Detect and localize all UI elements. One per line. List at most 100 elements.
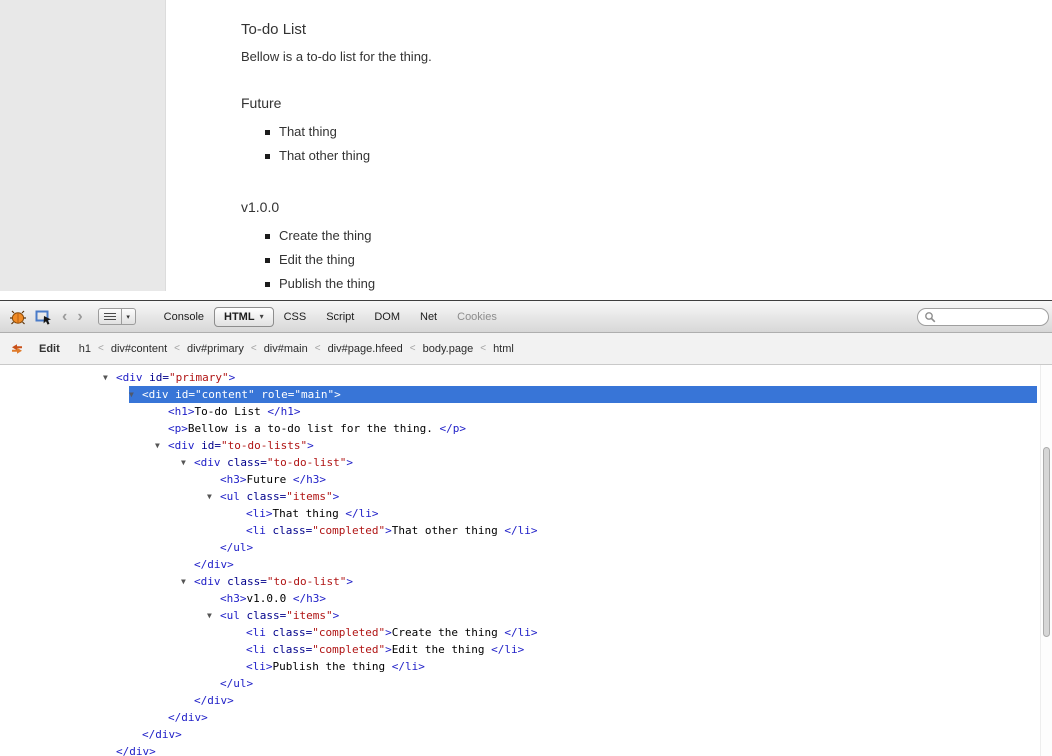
tree-row-content: ▼<ul class="items"> — [207, 607, 1037, 624]
tab-css[interactable]: CSS — [274, 307, 317, 327]
token-tag: </ul> — [220, 675, 253, 692]
token-tag: <div — [116, 369, 149, 386]
inspect-icon[interactable] — [35, 309, 53, 325]
tab-script[interactable]: Script — [316, 307, 364, 327]
dom-tree-row[interactable]: </div> — [0, 709, 1052, 726]
tab-console[interactable]: Console — [154, 307, 214, 327]
search-input[interactable] — [936, 309, 1040, 325]
dom-tree-row[interactable]: </div> — [0, 743, 1052, 756]
breadcrumb-item[interactable]: html — [493, 343, 514, 355]
twisty-expanded-icon[interactable]: ▼ — [103, 369, 116, 386]
firebug-panel: ‹ › ▾ Console HTML ▾ CSS Script DOM Net … — [0, 300, 1052, 756]
dom-tree-row[interactable]: <p>Bellow is a to-do list for the thing.… — [0, 420, 1052, 437]
breadcrumb-item[interactable]: div#main — [264, 343, 308, 355]
forward-icon[interactable]: › — [77, 309, 82, 325]
token-tag: > — [334, 386, 341, 403]
breadcrumb-item[interactable]: div#content — [111, 343, 167, 355]
twisty-expanded-icon[interactable]: ▼ — [207, 607, 220, 624]
breadcrumb-item[interactable]: body.page — [423, 343, 474, 355]
dom-tree-row[interactable]: ▼<div class="to-do-list"> — [0, 573, 1052, 590]
breadcrumb-item[interactable]: div#page.hfeed — [328, 343, 403, 355]
tree-row-content: <p>Bellow is a to-do list for the thing.… — [155, 420, 1037, 437]
dom-tree-row[interactable]: </div> — [0, 692, 1052, 709]
tab-dom[interactable]: DOM — [364, 307, 410, 327]
token-tag: <li> — [246, 505, 273, 522]
token-tag: <li — [246, 522, 273, 539]
dom-tree-row[interactable]: <h3>v1.0.0 </h3> — [0, 590, 1052, 607]
twisty-expanded-icon[interactable]: ▼ — [207, 488, 220, 505]
edit-button[interactable]: Edit — [39, 343, 60, 355]
panel-list-dropdown-icon[interactable]: ▾ — [122, 308, 136, 325]
todo-list-future: Future That thing That other thing — [241, 95, 881, 168]
todo-item-label: Edit the thing — [279, 248, 355, 272]
page-intro: Bellow is a to-do list for the thing. — [241, 49, 881, 64]
dom-tree-row[interactable]: <h3>Future </h3> — [0, 471, 1052, 488]
token-text: Create the thing — [392, 624, 505, 641]
token-tag: > — [229, 369, 236, 386]
token-tag: <h1> — [168, 403, 195, 420]
dom-tree-row[interactable]: </ul> — [0, 539, 1052, 556]
tree-indent — [0, 726, 129, 743]
token-val: "items" — [286, 607, 332, 624]
dom-tree-row[interactable]: ▼<div id="primary"> — [0, 369, 1052, 386]
back-icon[interactable]: ‹ — [62, 309, 67, 325]
todo-list-heading: v1.0.0 — [241, 199, 881, 215]
dom-tree-row[interactable]: <li>Publish the thing </li> — [0, 658, 1052, 675]
tab-net[interactable]: Net — [410, 307, 447, 327]
tree-indent — [0, 505, 233, 522]
token-text: That other thing — [392, 522, 505, 539]
scrollbar-thumb[interactable] — [1043, 447, 1050, 637]
dom-tree-row[interactable]: <li class="completed">Edit the thing </l… — [0, 641, 1052, 658]
tab-cookies[interactable]: Cookies — [447, 307, 507, 327]
twisty-expanded-icon[interactable]: ▼ — [155, 437, 168, 454]
token-tag: <li> — [246, 658, 273, 675]
firebug-icon[interactable] — [9, 309, 27, 325]
tree-row-content: ▼<div id="content" role="main"> — [129, 386, 1037, 403]
token-text: Publish the thing — [273, 658, 392, 675]
dom-tree-row[interactable]: </ul> — [0, 675, 1052, 692]
token-tag: <ul — [220, 607, 247, 624]
dom-tree-row[interactable]: ▼<div class="to-do-list"> — [0, 454, 1052, 471]
token-val: "primary" — [169, 369, 229, 386]
tree-indent — [0, 641, 233, 658]
token-tag: </li> — [392, 658, 425, 675]
token-tag: > — [307, 437, 314, 454]
dom-tree-row[interactable]: <li class="completed">Create the thing <… — [0, 624, 1052, 641]
tree-indent — [0, 573, 181, 590]
scrollbar[interactable] — [1040, 365, 1052, 756]
dom-tree-row[interactable]: </div> — [0, 556, 1052, 573]
panel-list-icon[interactable] — [98, 308, 122, 325]
twisty-expanded-icon[interactable]: ▼ — [181, 573, 194, 590]
token-tag: <div — [194, 454, 227, 471]
square-bullet-icon — [265, 154, 270, 159]
dom-tree-row[interactable]: ▼<ul class="items"> — [0, 607, 1052, 624]
breadcrumb-item[interactable]: h1 — [79, 343, 91, 355]
todo-list-heading: Future — [241, 95, 881, 111]
dom-tree-row[interactable]: </div> — [0, 726, 1052, 743]
breadcrumb-item[interactable]: div#primary — [187, 343, 244, 355]
twisty-expanded-icon[interactable]: ▼ — [129, 386, 142, 403]
token-attr: class= — [247, 607, 287, 624]
dom-tree-row[interactable]: ▼<div id="content" role="main"> — [0, 386, 1052, 403]
token-tag: <div — [142, 386, 175, 403]
dom-tree-row[interactable]: <h1>To-do List </h1> — [0, 403, 1052, 420]
dom-tree-row[interactable]: ▼<ul class="items"> — [0, 488, 1052, 505]
token-tag: </li> — [491, 641, 524, 658]
tree-row-content: <li>Publish the thing </li> — [233, 658, 1037, 675]
token-val: "to-do-lists" — [221, 437, 307, 454]
square-bullet-icon — [265, 282, 270, 287]
panel-options-icon[interactable] — [11, 343, 23, 355]
token-tag: > — [346, 573, 353, 590]
tree-row-content: </div> — [129, 726, 1037, 743]
token-attr: class= — [273, 641, 313, 658]
twisty-expanded-icon[interactable]: ▼ — [181, 454, 194, 471]
token-tag: </li> — [504, 624, 537, 641]
tree-row-content: ▼<div id="primary"> — [103, 369, 1037, 386]
dom-tree-row[interactable]: <li>That thing </li> — [0, 505, 1052, 522]
tree-row-content: <h1>To-do List </h1> — [155, 403, 1037, 420]
dom-tree-row[interactable]: ▼<div id="to-do-lists"> — [0, 437, 1052, 454]
dom-tree-row[interactable]: <li class="completed">That other thing <… — [0, 522, 1052, 539]
token-attr: id= — [201, 437, 221, 454]
tree-row-content: <li>That thing </li> — [233, 505, 1037, 522]
tab-html[interactable]: HTML ▾ — [214, 307, 274, 327]
